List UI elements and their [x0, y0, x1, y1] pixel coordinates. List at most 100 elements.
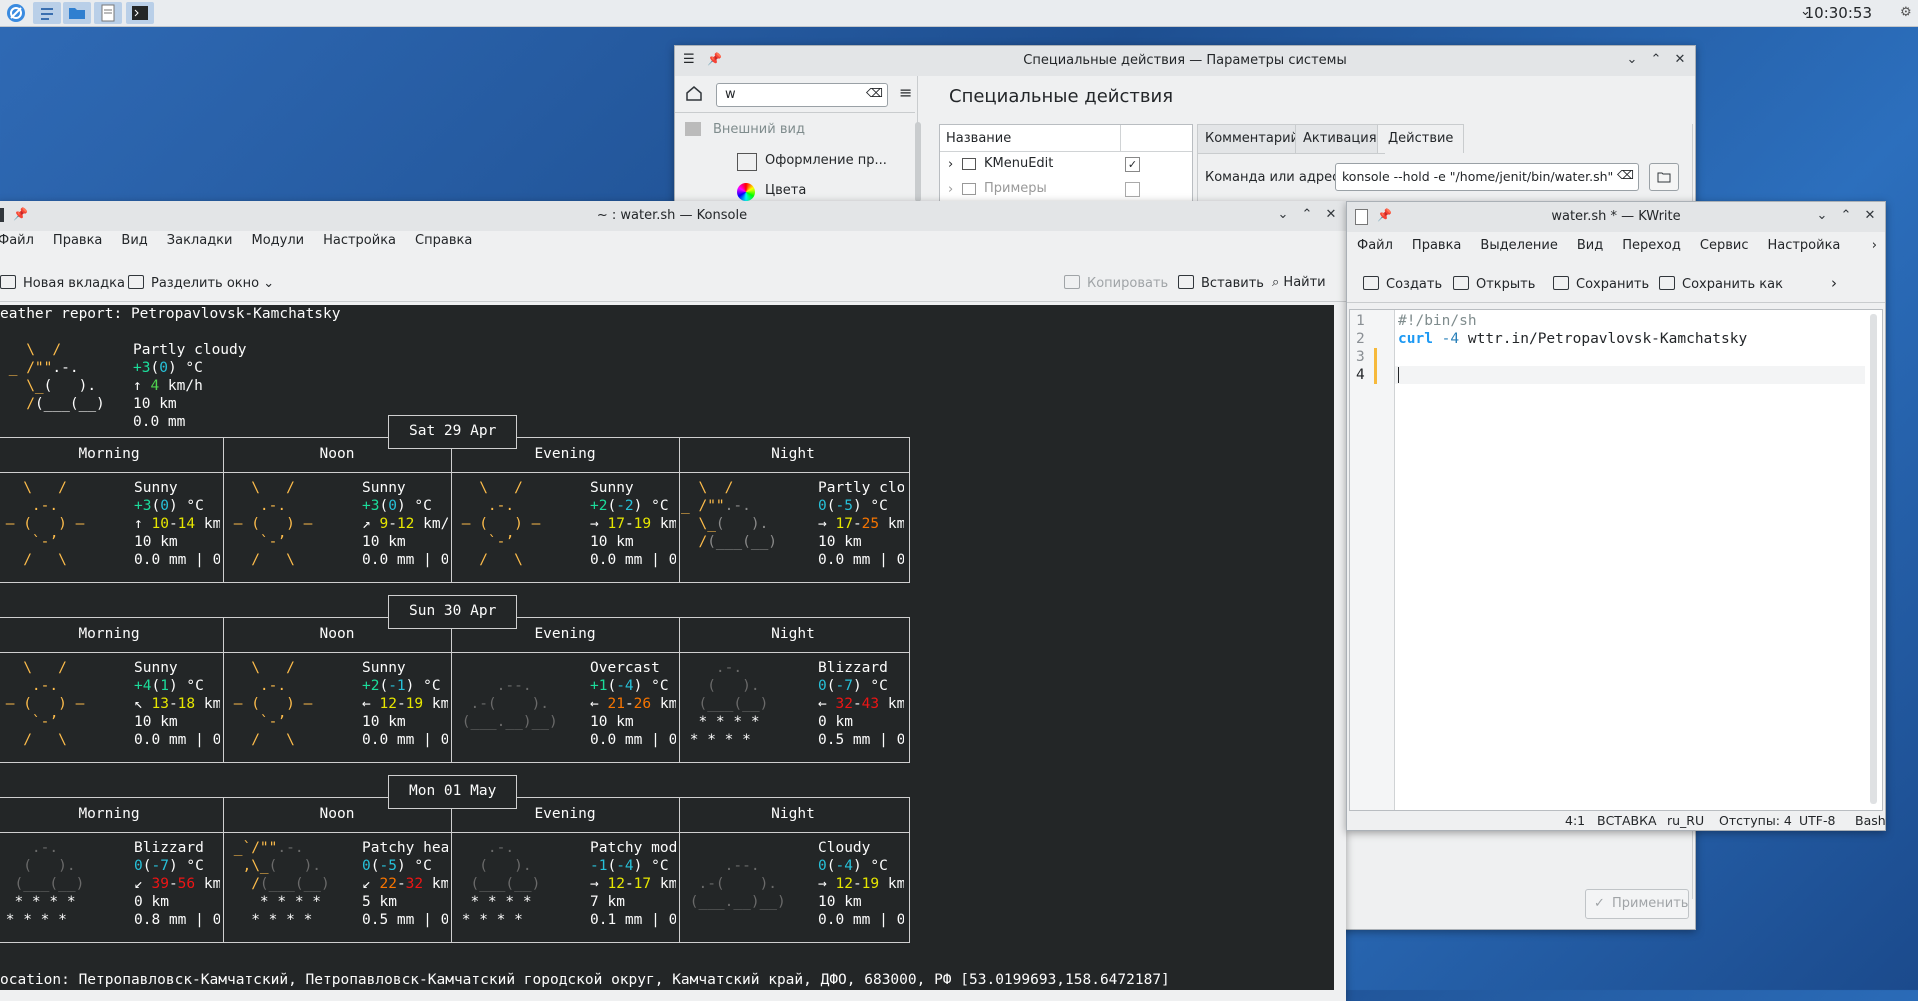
new-doc-icon — [1363, 276, 1379, 290]
save-as-button[interactable]: Сохранить как — [1659, 276, 1783, 292]
clear-search-icon[interactable]: ⌫ — [866, 86, 883, 100]
tab-comment[interactable]: Комментарий — [1197, 124, 1307, 154]
line-numbers: 1 2 3 4 — [1356, 312, 1365, 384]
clock[interactable]: 10:30:53 — [1805, 4, 1872, 22]
home-icon[interactable] — [685, 84, 703, 106]
maximize-button[interactable]: ⌃ — [1647, 52, 1665, 67]
temperature: 0(-5) °C — [818, 498, 888, 514]
close-button[interactable]: ✕ — [1322, 207, 1340, 222]
examples-checkbox[interactable] — [1125, 182, 1140, 197]
app-launcher-icon[interactable] — [2, 2, 30, 24]
menu-edit[interactable]: Правка — [53, 233, 102, 248]
open-button[interactable]: Открыть — [1453, 276, 1535, 292]
editor-area[interactable]: 1 2 3 4 #!/bin/sh curl -4 wttr.in/Petrop… — [1349, 309, 1883, 811]
new-tab-button[interactable]: Новая вкладка — [0, 275, 125, 291]
close-button[interactable]: ✕ — [1861, 208, 1879, 223]
menu-view[interactable]: Вид — [121, 233, 147, 248]
sidebar-scrollbar[interactable] — [915, 122, 921, 202]
tree-item-kmenuedit[interactable]: KMenuEdit — [984, 156, 1053, 171]
menu-overflow-icon[interactable]: › — [1872, 238, 1877, 253]
tree-item-examples[interactable]: Примеры — [984, 181, 1047, 196]
copy-button[interactable]: Копировать — [1064, 275, 1168, 291]
wind: → 12-19 km/h — [818, 876, 904, 892]
date-label: Sat 29 Apr — [388, 415, 518, 449]
maximize-button[interactable]: ⌃ — [1837, 208, 1855, 223]
tab-trigger[interactable]: Активация — [1295, 124, 1385, 154]
panel-config-icon[interactable]: ⚙ — [1900, 5, 1912, 20]
menu-settings[interactable]: Настройка — [323, 233, 396, 248]
menu-go[interactable]: Переход — [1622, 238, 1681, 253]
settings-search-input[interactable]: w ⌫ — [716, 83, 888, 107]
weather-icon: \ / .-. ― ( ) ― `-’ / \ — [0, 660, 85, 748]
folder-icon — [962, 183, 976, 195]
save-button[interactable]: Сохранить — [1553, 276, 1649, 292]
settings-taskbar-icon[interactable] — [33, 2, 61, 24]
weather-icon: \ / .-. ― ( ) ― `-’ / \ — [0, 480, 85, 568]
browse-button[interactable] — [1649, 163, 1679, 191]
clear-command-icon[interactable]: ⌫ — [1617, 168, 1634, 182]
encoding[interactable]: UTF-8 — [1799, 813, 1835, 828]
dictionary[interactable]: ru_RU — [1667, 813, 1704, 828]
konsole-taskbar-icon[interactable] — [126, 2, 154, 24]
code-lines: #!/bin/sh curl -4 wttr.in/Petropavlovsk-… — [1398, 312, 1747, 384]
input-mode[interactable]: ВСТАВКА — [1597, 813, 1657, 828]
minimize-button[interactable]: ⌄ — [1813, 208, 1831, 223]
sidebar-item-appearance[interactable]: Внешний вид — [713, 122, 805, 137]
cursor-position[interactable]: 4:1 — [1565, 813, 1585, 828]
sidebar-item-app-style[interactable]: Оформление пр... — [765, 153, 887, 168]
tree-header: Название — [940, 125, 1192, 152]
menu-bookmarks[interactable]: Закладки — [167, 233, 233, 248]
sidebar-divider — [675, 112, 915, 113]
file-manager-taskbar-icon[interactable] — [63, 2, 91, 24]
wind: → 12-17 km/h — [590, 876, 676, 892]
apply-button[interactable]: ✓ Применить — [1585, 889, 1689, 919]
maximize-button[interactable]: ⌃ — [1298, 207, 1316, 222]
weather-details: Blizzard 0(-7) °C ↙ 39-56 km/h 0 km 0.8 mm |… — [134, 839, 220, 929]
menu-file[interactable]: Файл — [1357, 238, 1393, 253]
temperature: +2(-1) °C — [362, 678, 441, 694]
appearance-icon — [685, 122, 701, 136]
header-divider — [0, 652, 909, 653]
minimize-button[interactable]: ⌄ — [1274, 207, 1292, 222]
find-button[interactable]: ⌕ Найти — [1272, 275, 1326, 290]
menu-edit[interactable]: Правка — [1412, 238, 1461, 253]
weather-details: Sunny +3(0) °C ↗ 9-12 km/h 10 km 0.0 mm | 0% — [362, 479, 448, 569]
minimize-button[interactable]: ⌄ — [1623, 52, 1641, 67]
indentation[interactable]: Отступы: 4 — [1719, 813, 1792, 828]
kwrite-toolbar: Создать Открыть Сохранить Сохранить как … — [1347, 266, 1885, 303]
menu-view[interactable]: Вид — [1577, 238, 1603, 253]
kwrite-taskbar-icon[interactable] — [94, 2, 122, 24]
wind: → 17-25 km/h — [818, 516, 904, 532]
command-input[interactable]: konsole --hold -e "/home/jenit/bin/water… — [1335, 163, 1639, 191]
precipitation: 0.0 mm | 0% — [134, 732, 220, 748]
split-view-button[interactable]: Разделить окно ⌄ — [128, 275, 274, 291]
syntax-mode[interactable]: Bash — [1855, 813, 1886, 828]
menu-plugins[interactable]: Модули — [251, 233, 304, 248]
menu-selection[interactable]: Выделение — [1480, 238, 1557, 253]
toolbar-overflow-icon[interactable]: › — [1831, 274, 1837, 292]
hamburger-menu-icon[interactable]: ≡ — [899, 83, 912, 102]
close-button[interactable]: ✕ — [1671, 52, 1689, 67]
tree-header-name[interactable]: Название — [946, 131, 1011, 146]
new-button[interactable]: Создать — [1363, 276, 1442, 292]
kwrite-statusbar: 4:1 ВСТАВКА ru_RU Отступы: 4 UTF-8 Bash — [1347, 810, 1886, 830]
editor-scrollbar[interactable] — [1870, 314, 1877, 804]
weather-details: Overcast +1(-4) °C ← 21-26 km/h 10 km 0.0 mm… — [590, 659, 676, 749]
temperature: +2(-2) °C — [590, 498, 669, 514]
kmenuedit-checkbox[interactable]: ✓ — [1125, 157, 1140, 172]
visibility: 5 km — [362, 894, 397, 910]
paste-button[interactable]: Вставить — [1178, 275, 1264, 291]
tree-expand-icon[interactable]: › — [948, 157, 953, 172]
terminal-output[interactable]: eather report: Petropavlovsk-Kamchatsky … — [0, 305, 1334, 990]
tab-action[interactable]: Действие — [1377, 124, 1465, 153]
top-panel: ⌄ 10:30:53 ⚙ — [0, 0, 1918, 27]
menu-file[interactable]: Файл — [0, 233, 34, 248]
precipitation: 0.0 mm | 0% — [134, 552, 220, 568]
menu-help[interactable]: Справка — [415, 233, 472, 248]
menu-tools[interactable]: Сервис — [1700, 238, 1749, 253]
tree-expand-icon[interactable]: › — [948, 182, 953, 197]
sidebar-item-colors[interactable]: Цвета — [765, 183, 806, 198]
precipitation: 0.1 mm | 0% — [590, 912, 676, 928]
menu-settings[interactable]: Настройка — [1767, 238, 1840, 253]
